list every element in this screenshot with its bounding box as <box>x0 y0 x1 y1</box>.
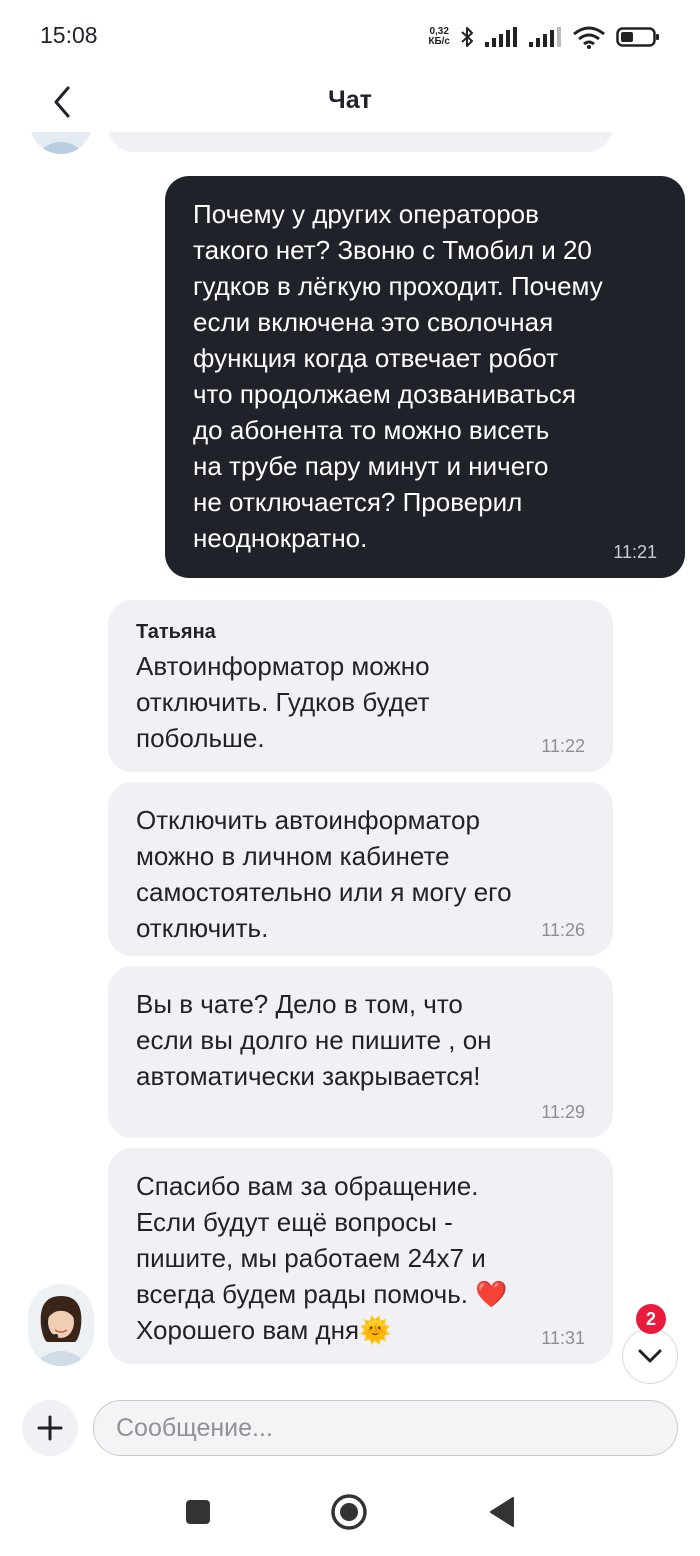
message-text: Автоинформатор можно отключить. Гудков б… <box>136 651 430 753</box>
message-list[interactable]: Почему у других операторов такого нет? З… <box>0 132 700 1388</box>
chevron-left-icon <box>54 86 70 118</box>
message-time: 11:21 <box>613 542 657 562</box>
plus-icon <box>37 1415 63 1441</box>
home-circle-icon <box>331 1494 367 1530</box>
message-input[interactable] <box>93 1400 678 1456</box>
system-navigation-bar <box>0 1468 700 1556</box>
message-composer <box>0 1388 700 1468</box>
scroll-down-button[interactable] <box>622 1328 678 1384</box>
attach-button[interactable] <box>22 1400 78 1456</box>
triangle-left-icon <box>490 1497 514 1527</box>
message-time: 11:31 <box>541 1328 585 1348</box>
message-time: 11:29 <box>541 1102 585 1122</box>
signal-icon-sim1 <box>485 27 517 47</box>
network-speed-unit: КБ/с <box>428 36 450 47</box>
wifi-icon <box>573 26 605 49</box>
status-bar: 15:08 0,32 КБ/с <box>0 0 700 70</box>
recent-apps-button[interactable] <box>176 1490 220 1534</box>
operator-avatar <box>30 132 92 154</box>
status-time: 15:08 <box>40 22 98 48</box>
message-text: Отключить автоинформатор можно в личном … <box>136 805 512 943</box>
message-bubble-incoming: Вы в чате? Дело в том, что если вы долго… <box>108 966 613 1138</box>
operator-avatar <box>28 1284 94 1366</box>
network-speed: 0,32 КБ/с <box>428 27 450 47</box>
message-bubble-outgoing: Почему у других операторов такого нет? З… <box>165 176 685 578</box>
signal-icon-sim2 <box>529 27 561 47</box>
home-button[interactable] <box>327 1490 371 1534</box>
message-time: 11:26 <box>541 920 585 940</box>
chat-header: Чат <box>0 70 700 132</box>
unread-count-badge: 2 <box>636 1304 666 1334</box>
page-title: Чат <box>328 86 372 114</box>
message-text: Вы в чате? Дело в том, что если вы долго… <box>136 989 492 1091</box>
message-text: Спасибо вам за обращение. Если будут ещё… <box>136 1171 508 1345</box>
battery-icon <box>616 27 659 47</box>
message-time: 11:22 <box>541 736 585 756</box>
message-bubble-previous <box>108 132 613 152</box>
message-text: Почему у других операторов такого нет? З… <box>193 199 603 553</box>
sender-name: Татьяна <box>136 621 216 643</box>
message-bubble-incoming: Отключить автоинформатор можно в личном … <box>108 782 613 956</box>
message-bubble-incoming: Спасибо вам за обращение. Если будут ещё… <box>108 1148 613 1364</box>
back-button[interactable] <box>40 80 84 124</box>
chevron-down-icon <box>638 1349 662 1363</box>
message-bubble-incoming: Татьяна Автоинформатор можно отключить. … <box>108 600 613 772</box>
back-nav-button[interactable] <box>480 1490 524 1534</box>
status-icons: 0,32 КБ/с <box>428 22 660 52</box>
square-icon <box>186 1500 210 1524</box>
bluetooth-icon <box>461 27 473 47</box>
